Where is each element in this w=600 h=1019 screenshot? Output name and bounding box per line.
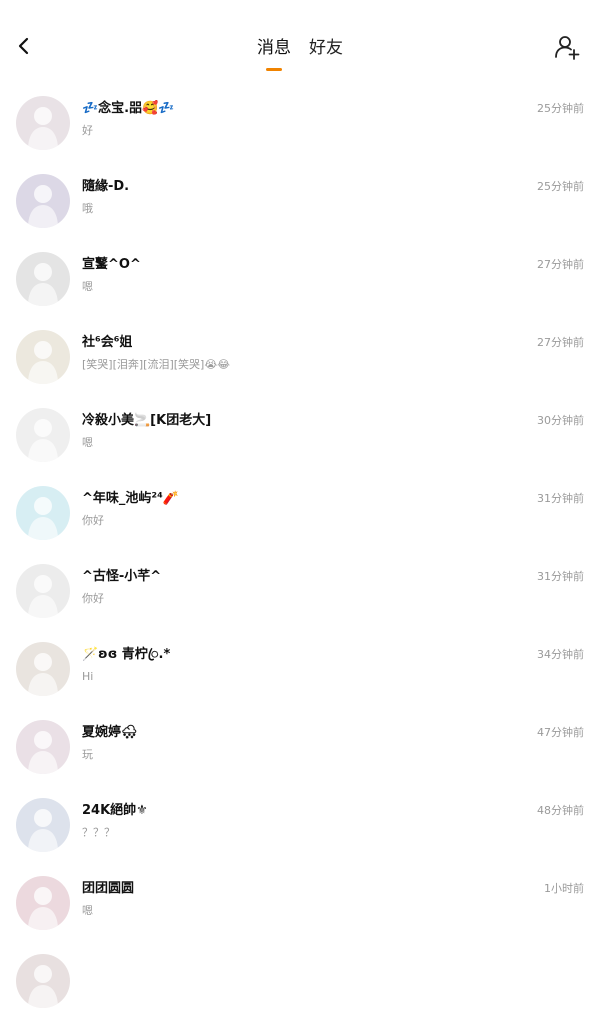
message-time: 47分钟前 [537,726,584,739]
tab-bar: 消息 好友 [0,30,600,74]
top-bar: 消息 好友 [0,0,600,92]
avatar[interactable] [16,876,70,930]
conversation-row[interactable]: 24K絕帥⚜ ？？？ 48分钟前 [0,785,600,863]
message-time: 27分钟前 [537,258,584,271]
contact-name: 🪄ʚɞ 青柠ꦿ.* [82,647,171,662]
avatar[interactable] [16,486,70,540]
conversation-row[interactable]: 🪄ʚɞ 青柠ꦿ.* Hi 34分钟前 [0,629,600,707]
contact-name: 社⁶会⁶姐 [82,335,133,350]
contact-name: ^年味_池屿²⁴🧨 [82,491,179,506]
message-preview: 你好 [82,592,104,605]
message-preview: 你好 [82,514,104,527]
message-time: 31分钟前 [537,570,584,583]
avatar[interactable] [16,564,70,618]
avatar[interactable] [16,954,70,1008]
message-preview: Hi [82,670,94,683]
message-time: 1小时前 [544,882,584,895]
conversation-row[interactable]: 夏婉婷🌨 玩 47分钟前 [0,707,600,785]
message-preview: 好 [82,124,93,137]
message-time: 25分钟前 [537,102,584,115]
conversation-row[interactable]: 团团圆圆 嗯 1小时前 [0,863,600,941]
contact-name: 24K絕帥⚜ [82,803,148,818]
contact-name: 宣鼜^O^ [82,257,141,272]
conversation-row[interactable]: 宣鼜^O^ 嗯 27分钟前 [0,239,600,317]
conversation-row[interactable]: 社⁶会⁶姐 [笑哭][泪奔][流泪][笑哭]😭😂 27分钟前 [0,317,600,395]
conversation-row[interactable]: 冷殺小美🚬[K团老大] 嗯 30分钟前 [0,395,600,473]
conversation-row[interactable]: 隨緣-D. 哦 25分钟前 [0,161,600,239]
avatar[interactable] [16,798,70,852]
message-time: 27分钟前 [537,336,584,349]
message-preview: 嗯 [82,280,93,293]
conversation-row[interactable]: ^古怪-小芊^ 你好 31分钟前 [0,551,600,629]
message-time: 31分钟前 [537,492,584,505]
avatar[interactable] [16,174,70,228]
tab-friends[interactable]: 好友 [309,36,343,60]
message-preview: 哦 [82,202,93,215]
add-person-icon [554,34,580,64]
message-preview: 嗯 [82,904,93,917]
message-preview: 玩 [82,748,93,761]
conversation-row[interactable] [0,941,600,1019]
avatar[interactable] [16,252,70,306]
conversation-row[interactable]: 💤念宝.㗊🥰💤 好 25分钟前 [0,83,600,161]
message-preview: 嗯 [82,436,93,449]
avatar[interactable] [16,720,70,774]
contact-name: 冷殺小美🚬[K团老大] [82,413,212,428]
active-tab-indicator [266,68,282,71]
avatar[interactable] [16,330,70,384]
avatar[interactable] [16,642,70,696]
conversation-list: 💤念宝.㗊🥰💤 好 25分钟前 隨緣-D. 哦 25分钟前 宣鼜^O^ 嗯 27… [0,83,600,1019]
avatar[interactable] [16,96,70,150]
contact-name: 夏婉婷🌨 [82,725,138,740]
message-time: 48分钟前 [537,804,584,817]
conversation-row[interactable]: ^年味_池屿²⁴🧨 你好 31分钟前 [0,473,600,551]
contact-name: 💤念宝.㗊🥰💤 [82,101,175,116]
add-friend-button[interactable] [552,34,582,64]
message-time: 34分钟前 [537,648,584,661]
message-preview: ？？？ [82,826,115,839]
contact-name: ^古怪-小芊^ [82,569,162,584]
contact-name: 团团圆圆 [82,881,135,896]
tab-messages[interactable]: 消息 [257,36,291,60]
message-time: 25分钟前 [537,180,584,193]
avatar[interactable] [16,408,70,462]
message-preview: [笑哭][泪奔][流泪][笑哭]😭😂 [82,358,231,371]
contact-name: 隨緣-D. [82,179,130,194]
message-time: 30分钟前 [537,414,584,427]
